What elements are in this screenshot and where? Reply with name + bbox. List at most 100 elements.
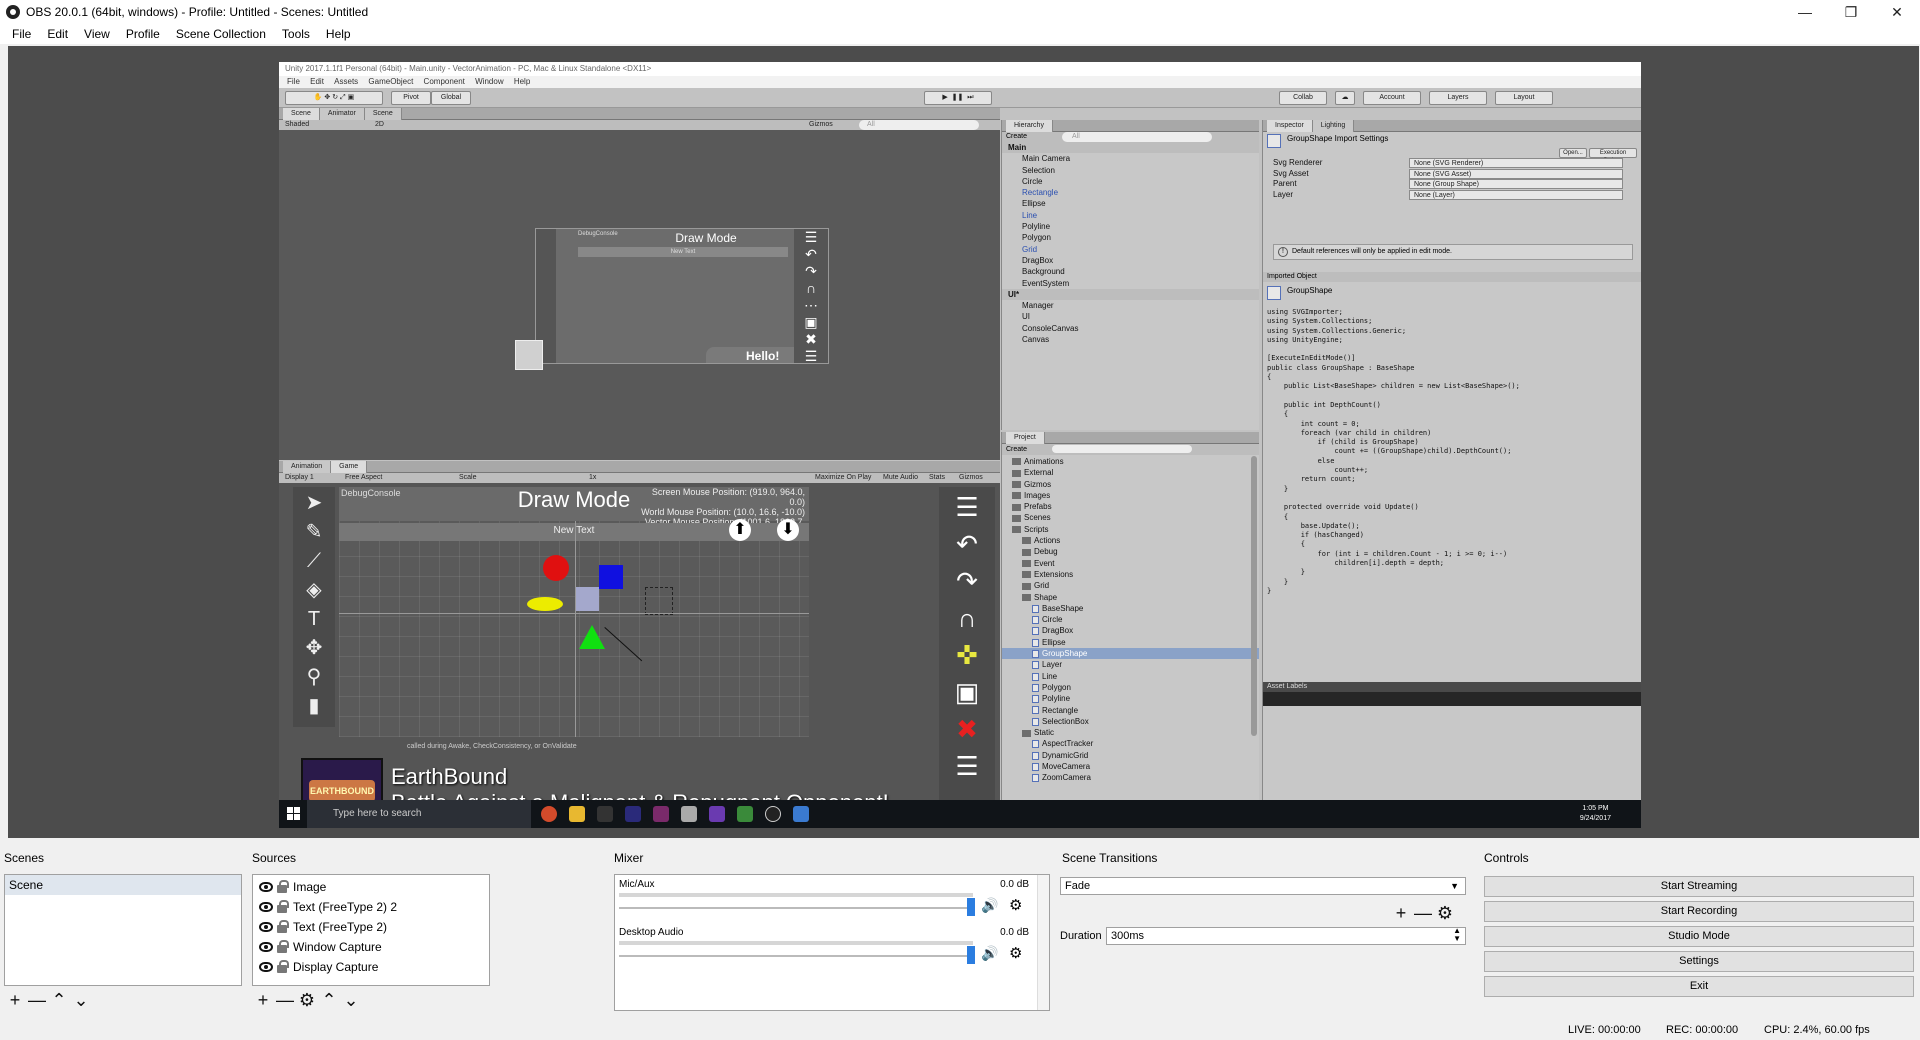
menu-tools[interactable]: Tools — [274, 27, 318, 41]
project-folder: External — [1002, 467, 1259, 478]
project-create: Create — [1006, 446, 1028, 453]
console-message: called during Awake, CheckConsistency, o… — [407, 743, 577, 750]
add-scene-icon[interactable]: + — [4, 989, 26, 1011]
source-item[interactable]: Window Capture — [253, 937, 489, 957]
move-source-down-icon[interactable]: ⌄ — [340, 989, 362, 1011]
speaker-icon[interactable]: 🔊 — [981, 897, 998, 914]
visibility-eye-icon[interactable] — [259, 942, 273, 952]
remove-transition-icon[interactable]: — — [1412, 902, 1434, 924]
unity-menu-file: File — [287, 77, 300, 86]
cloud-icon: ☁ — [1335, 91, 1355, 105]
exit-button[interactable]: Exit — [1484, 976, 1914, 997]
menu-bar: File Edit View Profile Scene Collection … — [0, 24, 1920, 44]
inspector-field-label: Parent — [1273, 179, 1297, 188]
add-source-icon[interactable]: + — [252, 989, 274, 1011]
visibility-eye-icon[interactable] — [259, 902, 273, 912]
source-item[interactable]: Image — [253, 877, 489, 897]
project-script: Rectangle — [1002, 705, 1259, 716]
hierarchy-item: Selection — [1022, 165, 1055, 175]
remove-scene-icon[interactable]: — — [26, 989, 48, 1011]
eraser-icon: ▮ — [308, 695, 320, 717]
scene-search: All — [859, 120, 979, 130]
axis-y — [575, 521, 576, 737]
lock-icon[interactable] — [277, 880, 289, 893]
project-scrollbar — [1251, 456, 1257, 736]
menu-file[interactable]: File — [4, 27, 39, 41]
project-item-label: MoveCamera — [1042, 762, 1091, 772]
mixer-scrollbar[interactable] — [1037, 875, 1049, 1010]
studio-mode-button[interactable]: Studio Mode — [1484, 926, 1914, 947]
project-script: Circle — [1002, 614, 1259, 625]
project-folder: Debug — [1002, 546, 1259, 557]
project-item-label: SelectionBox — [1042, 716, 1089, 726]
desktop-audio-slider-track[interactable] — [619, 955, 973, 957]
sources-list[interactable]: Image Text (FreeType 2) 2 Text (FreeType… — [252, 874, 490, 986]
visibility-eye-icon[interactable] — [259, 962, 273, 972]
remove-source-icon[interactable]: — — [274, 989, 296, 1011]
minimize-button[interactable]: — — [1782, 0, 1828, 24]
mic-aux-volume-handle[interactable] — [967, 898, 975, 916]
tab-scene: Scene — [283, 108, 320, 120]
project-item-label: Extensions — [1034, 569, 1074, 579]
transition-select[interactable]: Fade ▼ — [1060, 877, 1466, 895]
transition-gear-icon[interactable]: ⚙ — [1434, 902, 1456, 924]
menu-edit[interactable]: Edit — [39, 27, 76, 41]
source-properties-gear-icon[interactable]: ⚙ — [296, 989, 318, 1011]
sources-title: Sources — [252, 851, 297, 865]
project-item-label: Polygon — [1042, 682, 1071, 692]
mixer-title: Mixer — [614, 851, 644, 865]
settings-button[interactable]: Settings — [1484, 951, 1914, 972]
source-item[interactable]: Text (FreeType 2) 2 — [253, 897, 489, 917]
desktop-audio-gear-icon[interactable]: ⚙ — [1009, 944, 1022, 962]
menu-view[interactable]: View — [76, 27, 118, 41]
collab-button: Collab — [1279, 91, 1327, 105]
close-button[interactable]: ✕ — [1874, 0, 1920, 24]
unity-menu-edit: Edit — [310, 77, 324, 86]
duration-spinbox[interactable]: 300ms ▲ ▼ — [1106, 927, 1466, 945]
tab-animation: Animation — [283, 461, 332, 473]
visibility-eye-icon[interactable] — [259, 922, 273, 932]
explorer-icon — [569, 806, 585, 822]
scenes-list[interactable]: Scene — [4, 874, 242, 986]
move-scene-down-icon[interactable]: ⌄ — [70, 989, 92, 1011]
project-item-label: Scripts — [1024, 524, 1049, 534]
scale-label: Scale — [459, 474, 477, 481]
menu-profile[interactable]: Profile — [118, 27, 168, 41]
lavender-square-shape — [575, 587, 599, 611]
git-icon — [737, 806, 753, 822]
source-item[interactable]: Text (FreeType 2) — [253, 917, 489, 937]
desktop-audio-volume-handle[interactable] — [967, 946, 975, 964]
hierarchy-search: All — [1062, 132, 1212, 142]
mic-aux-slider-track[interactable] — [619, 907, 973, 909]
lock-icon[interactable] — [277, 900, 289, 913]
add-transition-icon[interactable]: + — [1390, 902, 1412, 924]
lock-icon[interactable] — [277, 960, 289, 973]
lock-icon[interactable] — [277, 920, 289, 933]
project-item-label: DragBox — [1042, 626, 1074, 636]
menu-scene-collection[interactable]: Scene Collection — [168, 27, 274, 41]
hierarchy-item: DragBox — [1022, 255, 1054, 265]
move-scene-up-icon[interactable]: ⌃ — [48, 989, 70, 1011]
mic-aux-gear-icon[interactable]: ⚙ — [1009, 896, 1022, 914]
menu-lines-icon: ☰ — [955, 492, 979, 522]
start-recording-button[interactable]: Start Recording — [1484, 901, 1914, 922]
speaker-icon[interactable]: 🔊 — [981, 945, 998, 962]
lock-icon[interactable] — [277, 940, 289, 953]
inspector-field-value: None (SVG Renderer) — [1409, 158, 1623, 168]
scene-view: Shaded 2D Gizmos All ☰ ↶ ↷ ∩ ⋯ ▣ ✖ ☰ DebugConso… — [279, 120, 1000, 460]
preview-area[interactable]: Unity 2017.1.1f1 Personal (64bit) - Main… — [8, 46, 1919, 838]
maximize-button[interactable]: ❐ — [1828, 0, 1874, 24]
script-icon — [1032, 706, 1039, 715]
spin-arrows-icon[interactable]: ▲ ▼ — [1453, 927, 1461, 943]
visibility-eye-icon[interactable] — [259, 882, 273, 892]
start-streaming-button[interactable]: Start Streaming — [1484, 876, 1914, 897]
magnet-icon: ∩ — [957, 603, 977, 633]
menu-help[interactable]: Help — [318, 27, 359, 41]
live-status: LIVE: 00:00:00 — [1568, 1024, 1641, 1036]
move-source-up-icon[interactable]: ⌃ — [318, 989, 340, 1011]
scene-item[interactable]: Scene — [5, 875, 241, 895]
unity-menu-gameobject: GameObject — [368, 77, 414, 86]
project-item-label: Rectangle — [1042, 705, 1079, 715]
mixer-dock: Mixer Mic/Aux 0.0 dB 🔊 ⚙ Desktop Audio 0… — [610, 851, 1050, 1013]
source-item[interactable]: Display Capture — [253, 957, 489, 977]
